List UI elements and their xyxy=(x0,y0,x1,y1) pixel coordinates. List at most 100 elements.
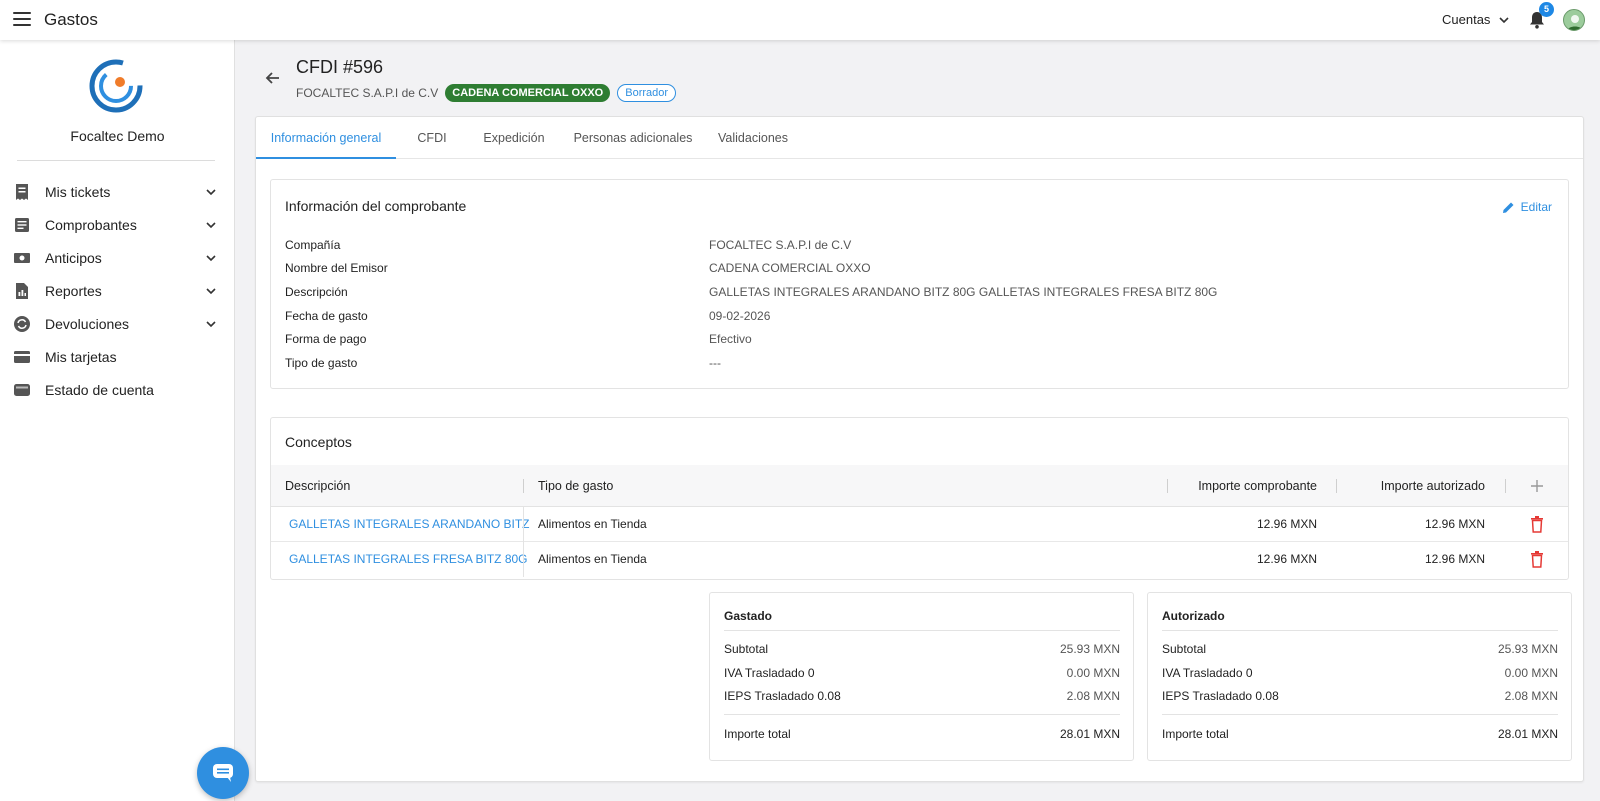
info-value: CADENA COMERCIAL OXXO xyxy=(709,261,871,275)
sidebar-item-label: Mis tarjetas xyxy=(45,349,117,365)
info-row: Fecha de gasto 09-02-2026 xyxy=(285,309,1565,329)
document-subtitle: FOCALTEC S.A.P.I de C.V CADENA COMERCIAL… xyxy=(296,84,677,102)
totals-value: 0.00 MXN xyxy=(1066,666,1120,680)
sidebar-item-label: Estado de cuenta xyxy=(45,382,154,398)
top-app-bar: Gastos Cuentas 5 xyxy=(0,0,1600,40)
company-logo xyxy=(89,59,143,113)
sidebar-item-label: Reportes xyxy=(45,283,102,299)
column-header: Tipo de gasto xyxy=(538,479,614,493)
chevron-down-icon xyxy=(206,189,216,196)
panel-title: Información del comprobante xyxy=(285,198,467,214)
sidebar-item-mis-tarjetas[interactable]: Mis tarjetas xyxy=(0,342,235,372)
chat-icon xyxy=(213,764,233,782)
panel-title: Conceptos xyxy=(285,434,352,450)
column-header: Descripción xyxy=(285,479,351,493)
column-separator xyxy=(1167,479,1168,493)
chevron-down-icon xyxy=(206,321,216,328)
document-icon xyxy=(15,218,29,232)
credit-card-icon xyxy=(14,351,30,363)
menu-icon[interactable] xyxy=(13,12,31,26)
totals-value: 0.00 MXN xyxy=(1504,666,1558,680)
totals-label: Importe total xyxy=(1162,727,1229,741)
user-avatar[interactable] xyxy=(1563,9,1585,31)
notification-count-badge: 5 xyxy=(1539,2,1554,17)
totals-value: 28.01 MXN xyxy=(1059,727,1120,741)
column-separator xyxy=(523,542,524,577)
sidebar-item-label: Anticipos xyxy=(45,250,102,266)
back-arrow-icon[interactable] xyxy=(263,68,283,88)
concepts-table-header: Descripción Tipo de gasto Importe compro… xyxy=(271,465,1568,507)
sidebar-item-devoluciones[interactable]: Devoluciones xyxy=(0,309,235,339)
totals-row: Subtotal 25.93 MXN xyxy=(1162,642,1558,660)
accounts-dropdown[interactable]: Cuentas xyxy=(1442,12,1510,27)
info-label: Fecha de gasto xyxy=(285,309,368,323)
tab-validaciones[interactable]: Validaciones xyxy=(710,117,796,159)
info-label: Tipo de gasto xyxy=(285,356,358,370)
totals-label: IVA Trasladado 0 xyxy=(1162,666,1253,680)
accounts-label: Cuentas xyxy=(1442,12,1491,27)
totals-total-row: Importe total 28.01 MXN xyxy=(1162,727,1558,745)
totals-row: IVA Trasladado 0 0.00 MXN xyxy=(1162,666,1558,684)
main-card: Información general CFDI Expedición Pers… xyxy=(255,116,1584,782)
concept-description-link[interactable]: GALLETAS INTEGRALES ARANDANO BITZ xyxy=(289,507,530,542)
totals-value: 25.93 MXN xyxy=(1497,642,1558,656)
app-title: Gastos xyxy=(44,10,98,29)
edit-button[interactable]: Editar xyxy=(1502,200,1552,214)
sidebar-item-label: Devoluciones xyxy=(45,316,130,332)
totals-row: IEPS Trasladado 0.08 2.08 MXN xyxy=(1162,689,1558,707)
concept-amount: 12.96 MXN xyxy=(1256,552,1317,566)
totals-row: IEPS Trasladado 0.08 2.08 MXN xyxy=(724,689,1120,707)
info-value: GALLETAS INTEGRALES ARANDANO BITZ 80G GA… xyxy=(709,285,1218,299)
delete-icon[interactable] xyxy=(1530,551,1544,568)
company-label: FOCALTEC S.A.P.I de C.V xyxy=(296,86,439,100)
issuer-chip: CADENA COMERCIAL OXXO xyxy=(445,84,611,102)
table-row: GALLETAS INTEGRALES FRESA BITZ 80G Alime… xyxy=(271,542,1568,577)
sidebar-item-estado-de-cuenta[interactable]: Estado de cuenta xyxy=(0,375,235,405)
info-value: --- xyxy=(709,356,721,370)
divider xyxy=(724,714,1120,715)
edit-label: Editar xyxy=(1520,200,1552,214)
sidebar-item-anticipos[interactable]: Anticipos xyxy=(0,243,235,273)
tab-personas-adicionales[interactable]: Personas adicionales xyxy=(568,117,698,159)
cash-icon xyxy=(14,253,30,263)
sidebar-item-label: Mis tickets xyxy=(45,184,111,200)
info-label: Forma de pago xyxy=(285,332,367,346)
column-separator xyxy=(523,479,524,493)
totals-title: Gastado xyxy=(724,609,773,623)
sidebar: Focaltec Demo Mis tickets Comprobantes A… xyxy=(0,40,235,801)
column-separator xyxy=(1336,479,1337,493)
totals-label: Subtotal xyxy=(724,642,769,656)
info-value: 09-02-2026 xyxy=(709,309,771,323)
concept-description-link[interactable]: GALLETAS INTEGRALES FRESA BITZ 80G xyxy=(289,542,528,577)
chevron-down-icon xyxy=(206,255,216,262)
totals-total-row: Importe total 28.01 MXN xyxy=(724,727,1120,745)
totals-label: IEPS Trasladado 0.08 xyxy=(1162,689,1279,703)
add-icon[interactable] xyxy=(1530,479,1544,493)
info-label: Compañía xyxy=(285,238,341,252)
tab-expedicion[interactable]: Expedición xyxy=(472,117,556,159)
pencil-icon xyxy=(1502,202,1514,213)
sidebar-item-mis-tickets[interactable]: Mis tickets xyxy=(0,177,235,207)
info-row: Compañía FOCALTEC S.A.P.I de C.V xyxy=(285,238,1565,258)
divider xyxy=(724,630,1120,631)
chat-button[interactable] xyxy=(197,747,249,799)
info-row: Tipo de gasto --- xyxy=(285,356,1565,376)
receipt-icon xyxy=(16,184,28,200)
status-badge: Borrador xyxy=(617,84,677,102)
tab-informacion-general[interactable]: Información general xyxy=(256,117,396,159)
sidebar-item-reportes[interactable]: Reportes xyxy=(0,276,235,306)
column-separator xyxy=(523,507,524,542)
invoice-info-panel: Información del comprobante Editar Compa… xyxy=(270,179,1569,389)
totals-value: 28.01 MXN xyxy=(1497,727,1558,741)
company-name: Focaltec Demo xyxy=(70,128,165,144)
divider xyxy=(1162,630,1558,631)
concept-amount: 12.96 MXN xyxy=(1256,517,1317,531)
info-row: Descripción GALLETAS INTEGRALES ARANDANO … xyxy=(285,285,1565,305)
page-title: CFDI #596 xyxy=(296,57,384,77)
info-label: Nombre del Emisor xyxy=(285,261,388,275)
info-label: Descripción xyxy=(285,285,348,299)
tab-cfdi[interactable]: CFDI xyxy=(404,117,460,159)
delete-icon[interactable] xyxy=(1530,516,1544,533)
sidebar-item-comprobantes[interactable]: Comprobantes xyxy=(0,210,235,240)
column-header: Importe comprobante xyxy=(1198,479,1317,493)
